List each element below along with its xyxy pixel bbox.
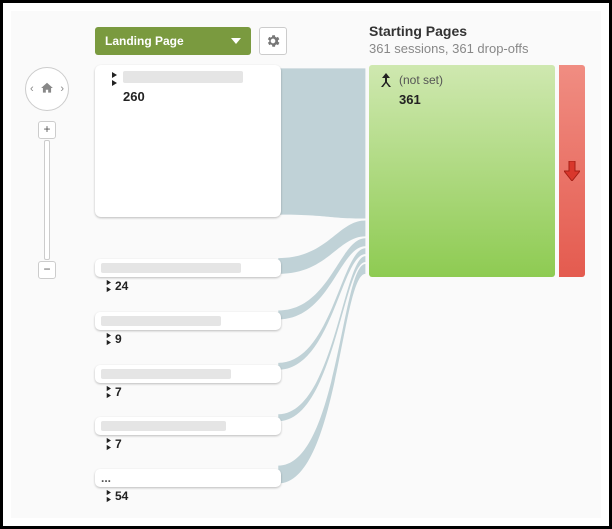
- source-node-3[interactable]: 7: [95, 365, 281, 399]
- dimension-label: Landing Page: [105, 34, 184, 48]
- through-traffic-icon: [99, 437, 111, 451]
- source-node-1[interactable]: 24: [95, 259, 281, 293]
- zoom-control[interactable]: + −: [38, 121, 56, 279]
- destination-label: (not set): [399, 73, 443, 87]
- dimension-dropdown[interactable]: Landing Page: [95, 27, 251, 55]
- settings-button[interactable]: [259, 27, 287, 55]
- step-header: Starting Pages 361 sessions, 361 drop-of…: [369, 23, 528, 56]
- source-label-obscured: [101, 263, 241, 273]
- source-count: 9: [115, 332, 122, 346]
- destination-node[interactable]: (not set) 361: [369, 65, 555, 277]
- destination-count: 361: [399, 92, 545, 107]
- through-traffic-icon: [99, 332, 111, 346]
- through-traffic-icon: [99, 489, 111, 503]
- source-label-obscured: [101, 316, 221, 326]
- zoom-track[interactable]: [44, 140, 50, 260]
- source-label-obscured: [123, 71, 243, 83]
- step-title: Starting Pages: [369, 23, 528, 39]
- through-traffic-icon: [103, 71, 117, 87]
- source-count: 24: [115, 279, 128, 293]
- source-node-4[interactable]: 7: [95, 417, 281, 451]
- source-node-2[interactable]: 9: [95, 312, 281, 346]
- source-label-obscured: [101, 421, 226, 431]
- drop-off-arrow-icon: [564, 161, 580, 181]
- source-node-0[interactable]: 260: [95, 65, 281, 217]
- chevron-right-icon[interactable]: ›: [60, 83, 64, 95]
- more-ellipsis: ...: [101, 471, 111, 485]
- source-count: 7: [115, 437, 122, 451]
- drop-off-band[interactable]: [559, 65, 585, 277]
- source-count: 260: [123, 89, 273, 104]
- merge-icon: [379, 73, 393, 92]
- step-subtitle: 361 sessions, 361 drop-offs: [369, 41, 528, 56]
- chevron-left-icon[interactable]: ‹: [30, 83, 34, 95]
- gear-icon: [265, 33, 281, 49]
- through-traffic-icon: [99, 385, 111, 399]
- home-icon[interactable]: [40, 81, 54, 98]
- zoom-out-button[interactable]: −: [38, 261, 56, 279]
- source-count: 54: [115, 489, 128, 503]
- caret-down-icon: [231, 38, 241, 44]
- zoom-in-button[interactable]: +: [38, 121, 56, 139]
- through-traffic-icon: [99, 279, 111, 293]
- source-node-more[interactable]: ... 54: [95, 469, 281, 503]
- source-count: 7: [115, 385, 122, 399]
- nav-home-control[interactable]: ‹ ›: [25, 67, 69, 111]
- source-label-obscured: [101, 369, 231, 379]
